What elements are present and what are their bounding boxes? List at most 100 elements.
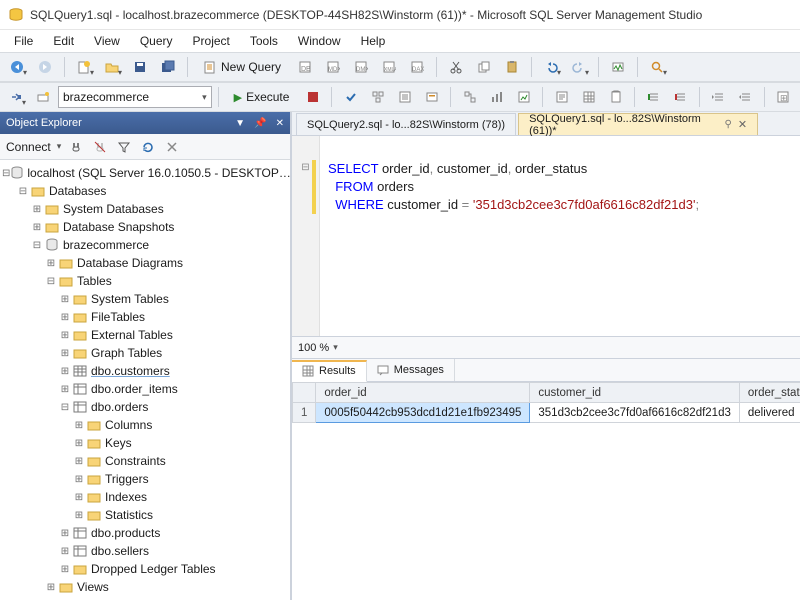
tree-graph-tables[interactable]: Graph Tables <box>91 346 162 360</box>
results-tab[interactable]: Results <box>292 360 367 382</box>
refresh-icon[interactable] <box>139 138 157 156</box>
expand-toggle[interactable]: ⊞ <box>58 546 72 557</box>
grid-cell-order-status[interactable]: delivered <box>739 403 800 423</box>
connect-label[interactable]: Connect <box>6 140 51 154</box>
chevron-down-icon[interactable]: ▾ <box>333 342 338 353</box>
tree-table-products[interactable]: dbo.products <box>91 526 160 540</box>
comment-button[interactable] <box>641 85 666 109</box>
tree-table-orderitems[interactable]: dbo.order_items <box>91 382 178 396</box>
results-to-file-button[interactable] <box>603 85 628 109</box>
db-engine-query-button[interactable]: DB <box>292 55 318 79</box>
nav-forward-button[interactable] <box>32 55 58 79</box>
expand-toggle[interactable]: ⊞ <box>72 492 86 503</box>
menu-project[interactable]: Project <box>185 32 238 50</box>
expand-toggle[interactable]: ⊞ <box>30 222 44 233</box>
tree-snapshots[interactable]: Database Snapshots <box>63 220 174 234</box>
redo-button[interactable] <box>566 55 592 79</box>
tree-statistics[interactable]: Statistics <box>105 508 153 522</box>
results-to-text-button[interactable] <box>549 85 574 109</box>
expand-toggle[interactable]: ⊞ <box>58 312 72 323</box>
dropdown-icon[interactable]: ▼ <box>235 118 245 129</box>
expand-toggle[interactable]: ⊞ <box>72 438 86 449</box>
expand-toggle[interactable]: ⊞ <box>58 366 72 377</box>
close-icon[interactable]: ✕ <box>738 118 747 131</box>
expand-toggle[interactable]: ⊞ <box>58 384 72 395</box>
grid-cell-order-id[interactable]: 0005f50442cb953dcd1d21e1fb923495 <box>316 403 530 423</box>
menu-query[interactable]: Query <box>132 32 181 50</box>
filter-icon[interactable] <box>115 138 133 156</box>
tree-table-orders[interactable]: dbo.orders <box>91 400 148 414</box>
tree-table-sellers[interactable]: dbo.sellers <box>91 544 149 558</box>
increase-indent-button[interactable] <box>733 85 758 109</box>
tree-tables[interactable]: Tables <box>77 274 112 288</box>
menu-help[interactable]: Help <box>353 32 394 50</box>
nav-back-button[interactable] <box>4 55 30 79</box>
open-button[interactable] <box>99 55 125 79</box>
grid-row[interactable]: 1 0005f50442cb953dcd1d21e1fb923495 351d3… <box>293 403 800 423</box>
specify-values-button[interactable]: ⊞ <box>771 85 796 109</box>
results-to-grid-button[interactable] <box>576 85 601 109</box>
include-actual-plan-button[interactable] <box>457 85 482 109</box>
menu-edit[interactable]: Edit <box>45 32 82 50</box>
expand-toggle[interactable]: ⊞ <box>72 420 86 431</box>
include-live-stats-button[interactable] <box>484 85 509 109</box>
object-explorer-tree[interactable]: ⊟localhost (SQL Server 16.0.1050.5 - DES… <box>0 160 290 600</box>
find-button[interactable] <box>644 55 670 79</box>
expand-toggle[interactable]: ⊞ <box>58 294 72 305</box>
menu-file[interactable]: File <box>6 32 41 50</box>
zoom-value[interactable]: 100 % <box>298 342 329 354</box>
expand-toggle[interactable]: ⊞ <box>72 456 86 467</box>
decrease-indent-button[interactable] <box>706 85 731 109</box>
tree-triggers[interactable]: Triggers <box>105 472 149 486</box>
include-client-stats-button[interactable] <box>511 85 536 109</box>
pin-icon[interactable]: 📌 <box>254 118 266 129</box>
expand-toggle[interactable]: ⊟ <box>44 276 58 287</box>
expand-toggle[interactable]: ⊟ <box>58 402 72 413</box>
grid-header-order-id[interactable]: order_id <box>316 383 530 403</box>
expand-toggle[interactable]: ⊞ <box>44 258 58 269</box>
expand-toggle[interactable]: ⊞ <box>30 204 44 215</box>
tree-external-tables[interactable]: External Tables <box>91 328 173 342</box>
results-grid[interactable]: order_id customer_id order_status 1 0005… <box>292 382 800 600</box>
dmx-query-button[interactable]: DMX <box>348 55 374 79</box>
expand-toggle[interactable]: ⊟ <box>30 240 44 251</box>
tree-database[interactable]: brazecommerce <box>63 238 149 252</box>
stop-icon[interactable] <box>163 138 181 156</box>
activity-monitor-button[interactable] <box>605 55 631 79</box>
cancel-query-button[interactable] <box>300 85 325 109</box>
new-query-button[interactable]: New Query <box>194 55 290 79</box>
expand-toggle[interactable]: ⊞ <box>44 582 58 593</box>
expand-toggle[interactable]: ⊞ <box>72 510 86 521</box>
undo-button[interactable] <box>538 55 564 79</box>
editor-content[interactable]: SELECT order_id, customer_id, order_stat… <box>320 136 707 336</box>
tab-sqlquery2[interactable]: SQLQuery2.sql - lo...82S\Winstorm (78)) <box>296 113 516 135</box>
tree-system-tables[interactable]: System Tables <box>91 292 169 306</box>
expand-toggle[interactable]: ⊟ <box>16 186 30 197</box>
grid-cell-customer-id[interactable]: 351d3cb2cee3c7fd0af6616c82df21d3 <box>530 403 739 423</box>
tree-system-databases[interactable]: System Databases <box>63 202 164 216</box>
pin-icon[interactable]: ⚲ <box>725 119 732 130</box>
grid-row-number[interactable]: 1 <box>293 403 316 423</box>
collapse-toggle[interactable]: ⊟ <box>292 162 319 173</box>
close-icon[interactable]: ✕ <box>276 118 284 129</box>
execute-button[interactable]: ▶ Execute <box>225 85 299 109</box>
save-all-button[interactable] <box>155 55 181 79</box>
expand-toggle[interactable]: ⊞ <box>58 528 72 539</box>
tree-table-customers[interactable]: dbo.customers <box>91 364 170 378</box>
dax-query-button[interactable]: DAX <box>404 55 430 79</box>
new-item-button[interactable] <box>71 55 97 79</box>
expand-toggle[interactable]: ⊞ <box>58 330 72 341</box>
parse-button[interactable] <box>338 85 363 109</box>
tree-indexes[interactable]: Indexes <box>105 490 147 504</box>
change-connection-button[interactable] <box>4 85 29 109</box>
grid-header-customer-id[interactable]: customer_id <box>530 383 739 403</box>
display-plan-button[interactable] <box>365 85 390 109</box>
database-combo[interactable]: brazecommerce ▾ <box>58 86 212 108</box>
copy-button[interactable] <box>471 55 497 79</box>
xmla-query-button[interactable]: XMLA <box>376 55 402 79</box>
messages-tab[interactable]: Messages <box>367 359 455 381</box>
tree-keys[interactable]: Keys <box>105 436 132 450</box>
connect-icon[interactable] <box>67 138 85 156</box>
menu-tools[interactable]: Tools <box>242 32 286 50</box>
uncomment-button[interactable] <box>668 85 693 109</box>
